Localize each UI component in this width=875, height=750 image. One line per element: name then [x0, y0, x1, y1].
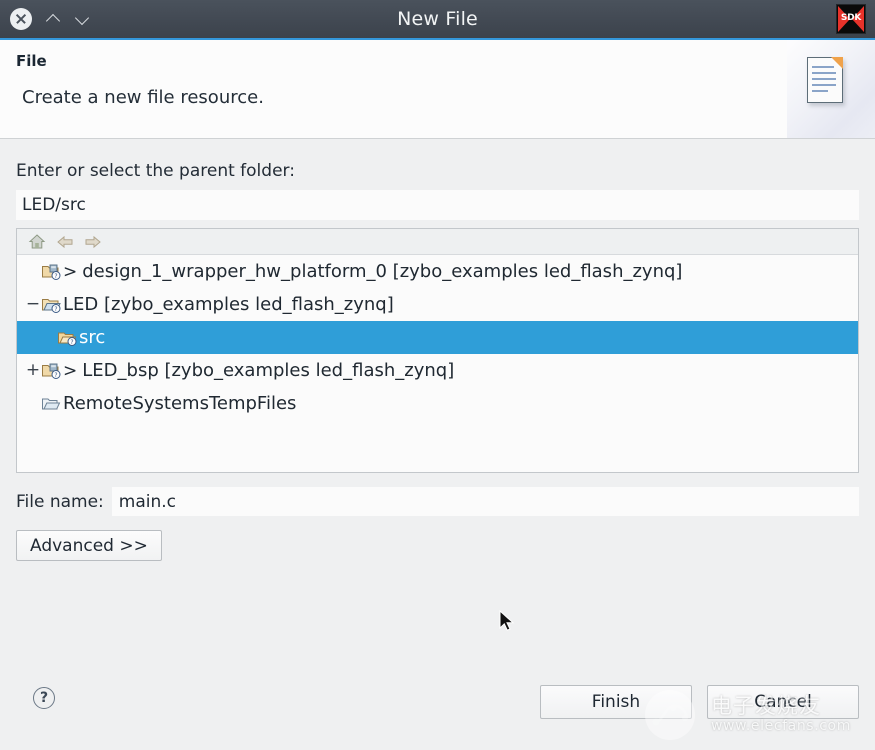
tree-row-label: design_1_wrapper_hw_platform_0 [zybo_exa… [82, 261, 682, 282]
tree-row-label: LED [zybo_examples led_flash_zynq] [63, 294, 394, 315]
dialog-footer: ? Finish Cancel 电子发烧友 www.elecfans.com [0, 674, 875, 750]
collapse-icon[interactable]: − [25, 296, 41, 313]
folder-plain-icon [41, 395, 61, 412]
chevron-up-icon[interactable] [45, 11, 61, 27]
dialog-header: File Create a new file resource. [0, 40, 875, 139]
close-icon[interactable] [10, 8, 32, 30]
svg-text:?: ? [54, 273, 57, 280]
svg-text:?: ? [70, 339, 73, 346]
back-arrow-icon[interactable] [56, 233, 74, 251]
footer-buttons: Finish Cancel [540, 685, 859, 719]
file-name-row: File name: [16, 487, 859, 516]
tree-row-label: LED_bsp [zybo_examples led_flash_zynq] [82, 360, 454, 381]
new-file-dialog: New File SDK File Create a new file reso… [0, 0, 875, 750]
page-description: Create a new file resource. [22, 87, 875, 108]
tree-arrow-marker: > [63, 361, 77, 381]
folder-icon: ? [57, 329, 77, 346]
chevron-down-icon[interactable] [74, 11, 90, 27]
tree-row[interactable]: −? LED [zybo_examples led_flash_zynq] [17, 288, 858, 321]
window-title: New File [0, 8, 875, 30]
svg-text:?: ? [54, 306, 57, 313]
file-name-input[interactable] [112, 487, 859, 516]
sdk-logo-icon: SDK [836, 4, 866, 34]
project-open-icon: ? [41, 296, 61, 313]
parent-folder-input[interactable] [16, 190, 859, 220]
window-controls [0, 8, 90, 30]
project-icon: ? [41, 362, 61, 379]
tree-row[interactable]: ? src [17, 321, 858, 354]
project-icon: ? [41, 263, 61, 280]
title-bar: New File SDK [0, 0, 875, 40]
dialog-body: Enter or select the parent folder: [0, 139, 875, 674]
watermark-url: www.elecfans.com [711, 718, 851, 734]
tree-row[interactable]: ? >design_1_wrapper_hw_platform_0 [zybo_e… [17, 255, 858, 288]
expand-icon[interactable]: + [25, 362, 41, 379]
svg-text:?: ? [54, 372, 57, 379]
sdk-logo-label: SDK [837, 13, 865, 23]
forward-arrow-icon[interactable] [84, 233, 102, 251]
finish-button[interactable]: Finish [540, 685, 692, 719]
tree-row[interactable]: +? >LED_bsp [zybo_examples led_flash_zynq… [17, 354, 858, 387]
tree-toolbar [17, 229, 858, 255]
tree-row-label: src [79, 327, 105, 348]
tree-row[interactable]: RemoteSystemsTempFiles [17, 387, 858, 420]
tree-row-list: ?>design_1_wrapper_hw_platform_0 [zybo_e… [17, 255, 858, 472]
tree-row-label: RemoteSystemsTempFiles [63, 393, 296, 414]
tree-arrow-marker: > [63, 262, 77, 282]
cancel-button[interactable]: Cancel [707, 685, 859, 719]
new-file-document-icon [787, 40, 875, 138]
parent-folder-label: Enter or select the parent folder: [16, 139, 859, 190]
home-icon[interactable] [28, 233, 46, 251]
page-title: File [16, 52, 875, 70]
folder-tree[interactable]: ?>design_1_wrapper_hw_platform_0 [zybo_e… [16, 228, 859, 473]
advanced-button[interactable]: Advanced >> [16, 530, 162, 561]
mouse-cursor [499, 610, 517, 634]
help-icon[interactable]: ? [33, 687, 55, 709]
file-name-label: File name: [16, 492, 104, 512]
